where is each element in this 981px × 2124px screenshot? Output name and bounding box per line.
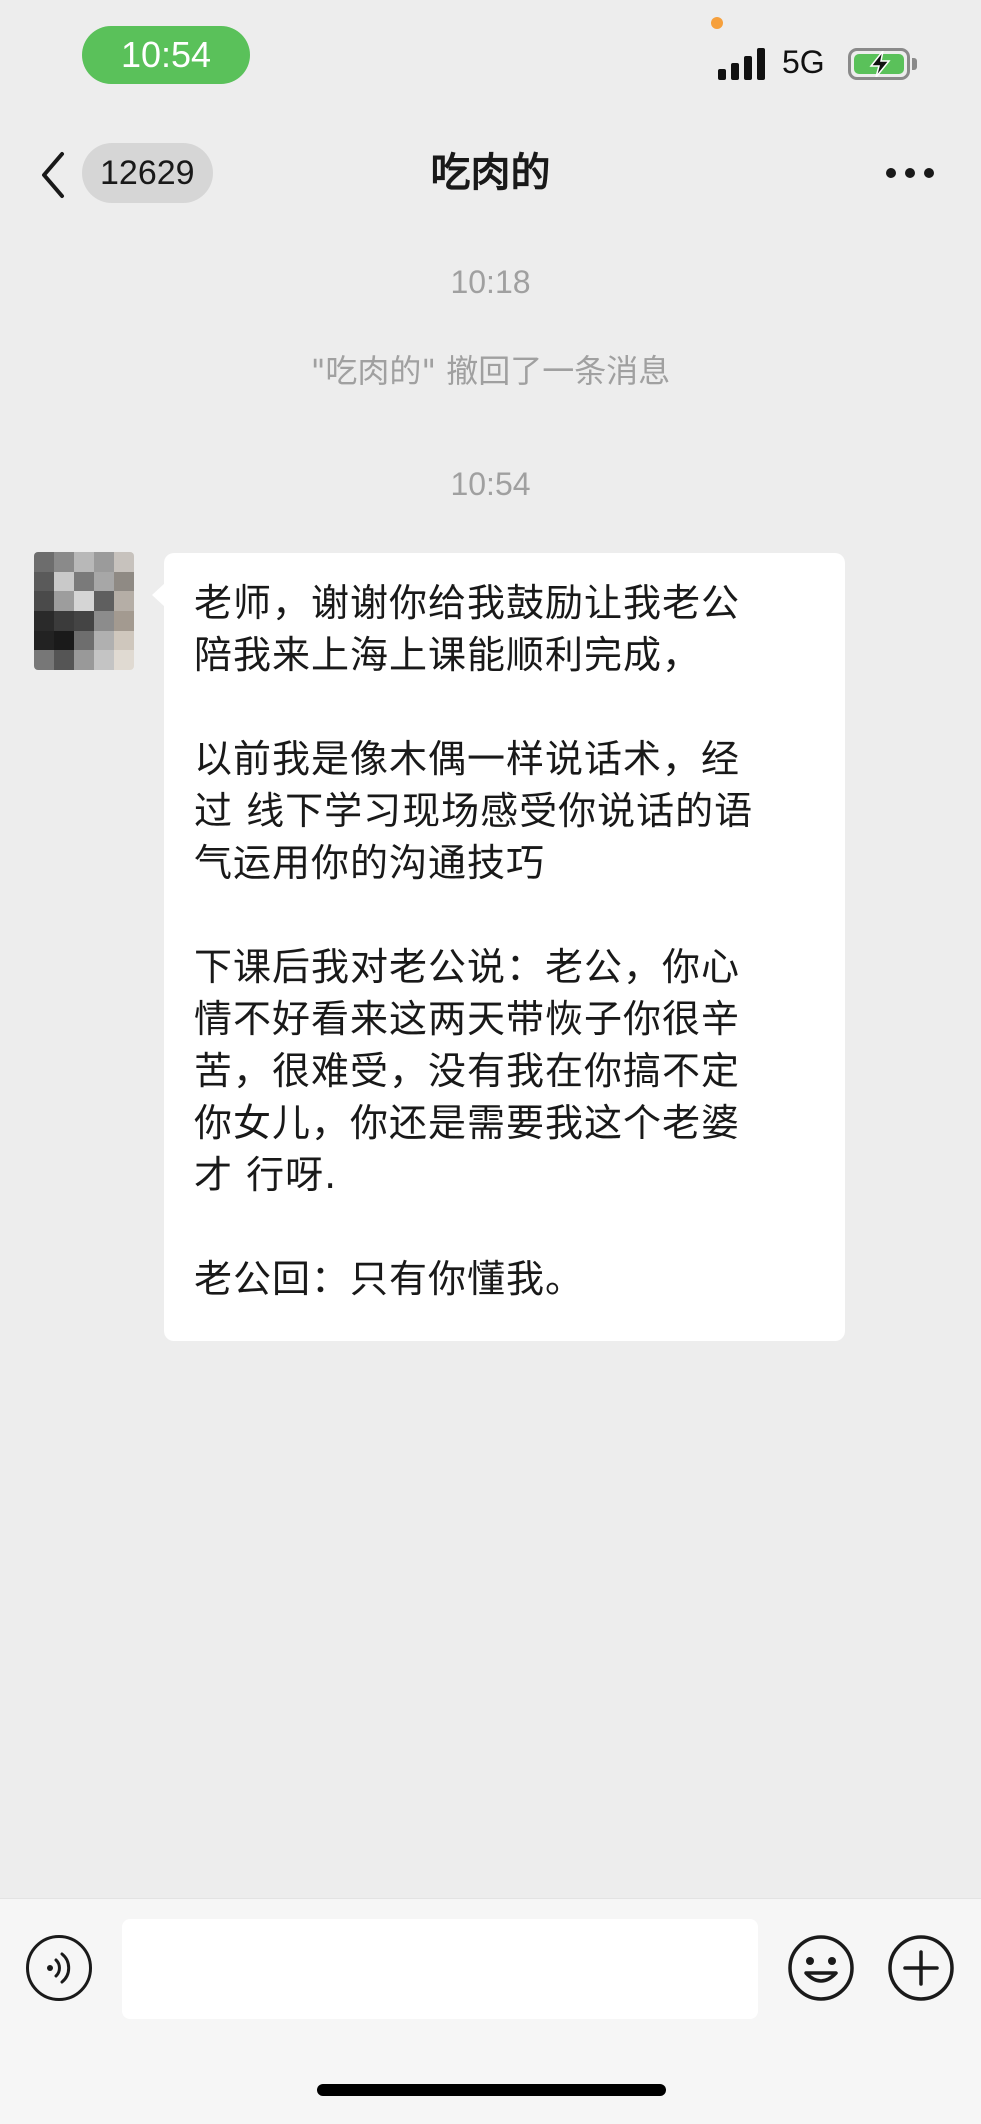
emoji-icon[interactable] — [786, 1933, 856, 2003]
battery-tip — [912, 58, 917, 70]
message-input[interactable] — [122, 1919, 758, 2019]
message-text: 老师，谢谢你给我鼓励让我老公 陪我来上海上课能顺利完成， — [194, 581, 741, 677]
battery-charging-icon — [848, 48, 910, 80]
chat-header: 12629 吃肉的 — [0, 130, 981, 220]
message-bubble[interactable]: 老师，谢谢你给我鼓励让我老公 陪我来上海上课能顺利完成， 以前我是像木偶一样说话… — [164, 553, 845, 1341]
avatar[interactable] — [34, 552, 134, 670]
home-indicator[interactable] — [317, 2084, 666, 2096]
signal-icon — [718, 48, 766, 80]
voice-icon[interactable] — [26, 1935, 92, 2001]
chat-title: 吃肉的 — [430, 150, 551, 196]
message-timestamp: 10:54 — [450, 466, 531, 502]
plus-icon[interactable] — [886, 1933, 956, 2003]
message-text: 下课后我对老公说：老公，你心 情不好看来这两天带恢子你很辛 苦，很难受，没有我在… — [194, 945, 741, 1197]
status-time[interactable]: 10:54 — [82, 26, 250, 84]
more-icon[interactable] — [886, 168, 934, 180]
privacy-indicator-dot — [711, 17, 723, 29]
message-timestamp: 10:18 — [450, 264, 531, 300]
network-type: 5G — [782, 44, 825, 80]
status-bar: 10:54 5G — [0, 0, 981, 110]
message-text: 老公回：只有你懂我。 — [194, 1257, 585, 1301]
recall-notice: "吃肉的" 撤回了一条消息 — [310, 352, 671, 390]
message-text: 以前我是像木偶一样说话术，经 过 线下学习现场感受你说话的语 气运用你的沟通技巧 — [194, 737, 754, 885]
